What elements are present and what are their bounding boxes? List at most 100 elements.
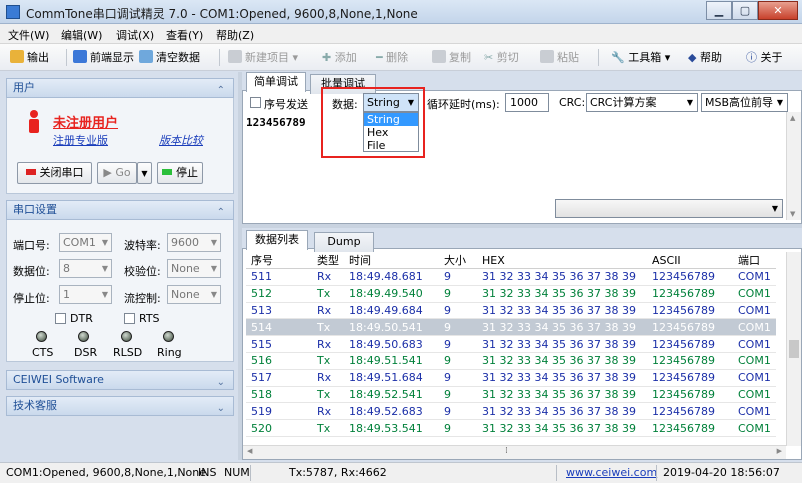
table-row[interactable]: 511 Rx 18:49.48.681 9 31 32 33 34 35 36 37 3… — [246, 268, 776, 286]
cut-button[interactable]: ✂ 剪切 — [484, 48, 519, 67]
table-cell: 512 — [246, 285, 312, 303]
copy-button[interactable]: 复制 — [432, 48, 471, 67]
table-cell: COM1 — [733, 402, 776, 421]
chevron-down-icon: ▼ — [210, 290, 217, 299]
chevron-down-icon: ▼ — [101, 290, 108, 299]
chevron-down-icon: ▼ — [141, 169, 148, 178]
serial-panel-header[interactable]: 串口设置 ⌃ — [6, 200, 234, 220]
scroll-down-icon: ▼ — [790, 210, 796, 218]
minimize-button[interactable]: ▁ — [706, 1, 732, 20]
table-cell: 9 — [439, 386, 477, 404]
toolbox-button[interactable]: 🔧 工具箱 ▾ — [611, 48, 670, 67]
table-cell: 123456789 — [647, 369, 733, 387]
port-select[interactable]: COM1 ▼ — [59, 233, 112, 252]
table-cell: 18:49.52.683 — [344, 402, 439, 421]
table-cell: 9 — [439, 335, 477, 353]
crc-select[interactable]: CRC计算方案 ▼ — [586, 93, 698, 112]
ceiwei-section[interactable]: CEIWEI Software ⌄ — [6, 370, 234, 390]
table-cell: 31 32 33 34 35 36 37 38 39 — [477, 369, 647, 387]
seq-send-checkbox[interactable] — [250, 97, 261, 108]
user-panel-header[interactable]: 用户 ⌃ — [6, 78, 234, 98]
msb-select[interactable]: MSB高位前导 ▼ — [701, 93, 788, 112]
chevron-down-icon: ▼ — [101, 238, 108, 247]
compare-link[interactable]: 版本比较 — [159, 132, 203, 148]
list-hscrollbar[interactable]: ◀ ⁞ ▶ — [243, 445, 786, 459]
table-cell: Tx — [312, 318, 344, 337]
col-hex[interactable]: HEX — [477, 252, 647, 269]
register-link[interactable]: 注册专业版 — [53, 132, 108, 148]
scroll-thumb[interactable] — [789, 340, 799, 358]
send-textarea[interactable]: 123456789 — [246, 116, 306, 129]
add-button[interactable]: ✚ 添加 — [322, 48, 357, 67]
help-button[interactable]: ◆ 帮助 — [688, 48, 722, 67]
window-title: CommTone串口调试精灵 7.0 - COM1:Opened, 9600,8… — [26, 7, 418, 21]
menu-file[interactable]: 文件(W) — [8, 27, 49, 43]
menu-help[interactable]: 帮助(Z) — [216, 27, 254, 43]
table-row[interactable]: 519 Rx 18:49.52.683 9 31 32 33 34 35 36 37 3… — [246, 402, 776, 421]
go-dropdown[interactable]: ▼ — [137, 162, 152, 184]
stopbits-select[interactable]: 1 ▼ — [59, 285, 112, 304]
output-button[interactable]: 输出 — [10, 48, 49, 67]
table-cell: 516 — [246, 352, 312, 370]
tab-dump[interactable]: Dump — [314, 232, 374, 252]
about-button[interactable]: ⓘ 关于 — [746, 48, 783, 67]
horizontal-splitter[interactable] — [242, 224, 802, 228]
delete-button[interactable]: ━ 删除 — [376, 48, 408, 67]
table-cell: 514 — [246, 318, 312, 337]
close-button[interactable]: ✕ — [758, 1, 798, 20]
front-display-button[interactable]: 前端显示 — [73, 48, 134, 67]
send-scrollbar[interactable]: ▲ ▼ — [786, 112, 801, 220]
table-row[interactable]: 515 Rx 18:49.50.683 9 31 32 33 34 35 36 37 3… — [246, 335, 776, 353]
databits-select[interactable]: 8 ▼ — [59, 259, 112, 278]
menu-view[interactable]: 查看(Y) — [166, 27, 203, 43]
menu-debug[interactable]: 调试(X) — [116, 27, 154, 43]
tab-data-list[interactable]: 数据列表 — [246, 230, 308, 250]
col-size[interactable]: 大小 — [439, 252, 477, 269]
history-select[interactable]: ▼ — [555, 199, 783, 218]
new-item-button[interactable]: 新建项目 ▾ — [228, 48, 298, 67]
maximize-button[interactable]: ▢ — [732, 1, 758, 20]
table-cell: Rx — [312, 402, 344, 421]
baud-select[interactable]: 9600 ▼ — [167, 233, 221, 252]
list-scrollbar[interactable] — [786, 252, 801, 446]
table-cell: Rx — [312, 302, 344, 320]
flow-select[interactable]: None ▼ — [167, 285, 221, 304]
output-icon — [10, 50, 24, 63]
table-row[interactable]: 516 Tx 18:49.51.541 9 31 32 33 34 35 36 37 3… — [246, 352, 776, 370]
stop-button[interactable]: 停止 — [157, 162, 203, 184]
table-row[interactable]: 520 Tx 18:49.53.541 9 31 32 33 34 35 36 37 3… — [246, 419, 776, 437]
col-time[interactable]: 时间 — [344, 252, 439, 269]
col-ascii[interactable]: ASCII — [647, 252, 733, 269]
crc-label: CRC: — [559, 96, 586, 109]
table-row[interactable]: 514 Tx 18:49.50.541 9 31 32 33 34 35 36 37 3… — [246, 318, 776, 337]
col-port[interactable]: 端口 — [733, 252, 776, 269]
menu-edit[interactable]: 编辑(W) — [61, 27, 102, 43]
paste-icon — [540, 50, 554, 63]
website-link[interactable]: www.ceiwei.com — [566, 466, 657, 479]
close-port-button[interactable]: 关闭串口 — [17, 162, 92, 184]
parity-select[interactable]: None ▼ — [167, 259, 221, 278]
col-seq[interactable]: 序号 — [246, 252, 312, 269]
dtr-checkbox[interactable] — [55, 313, 66, 324]
table-cell: 123456789 — [647, 402, 733, 421]
port-label: 端口号: — [13, 239, 50, 252]
col-type[interactable]: 类型 — [312, 252, 344, 269]
support-section[interactable]: 技术客服 ⌄ — [6, 396, 234, 416]
rts-label: RTS — [139, 312, 160, 325]
go-button[interactable]: ▶ Go — [97, 162, 137, 184]
help-icon: ◆ — [688, 51, 697, 64]
cts-label: CTS — [32, 346, 54, 359]
table-cell: COM1 — [733, 318, 776, 337]
table-row[interactable]: 512 Tx 18:49.49.540 9 31 32 33 34 35 36 37 3… — [246, 285, 776, 303]
tab-simple-debug[interactable]: 简单调试 — [246, 72, 306, 92]
rts-checkbox[interactable] — [124, 313, 135, 324]
clear-data-button[interactable]: 清空数据 — [139, 48, 200, 67]
loop-delay-input[interactable]: 1000 — [505, 93, 549, 112]
table-cell: 31 32 33 34 35 36 37 38 39 — [477, 419, 647, 437]
table-row[interactable]: 513 Rx 18:49.49.684 9 31 32 33 34 35 36 37 3… — [246, 302, 776, 320]
table-row[interactable]: 518 Tx 18:49.52.541 9 31 32 33 34 35 36 37 3… — [246, 386, 776, 404]
paste-button[interactable]: 粘贴 — [540, 48, 579, 67]
chevron-down-icon: ▼ — [776, 98, 783, 107]
highlight-box — [321, 87, 425, 158]
table-row[interactable]: 517 Rx 18:49.51.684 9 31 32 33 34 35 36 37 3… — [246, 369, 776, 387]
